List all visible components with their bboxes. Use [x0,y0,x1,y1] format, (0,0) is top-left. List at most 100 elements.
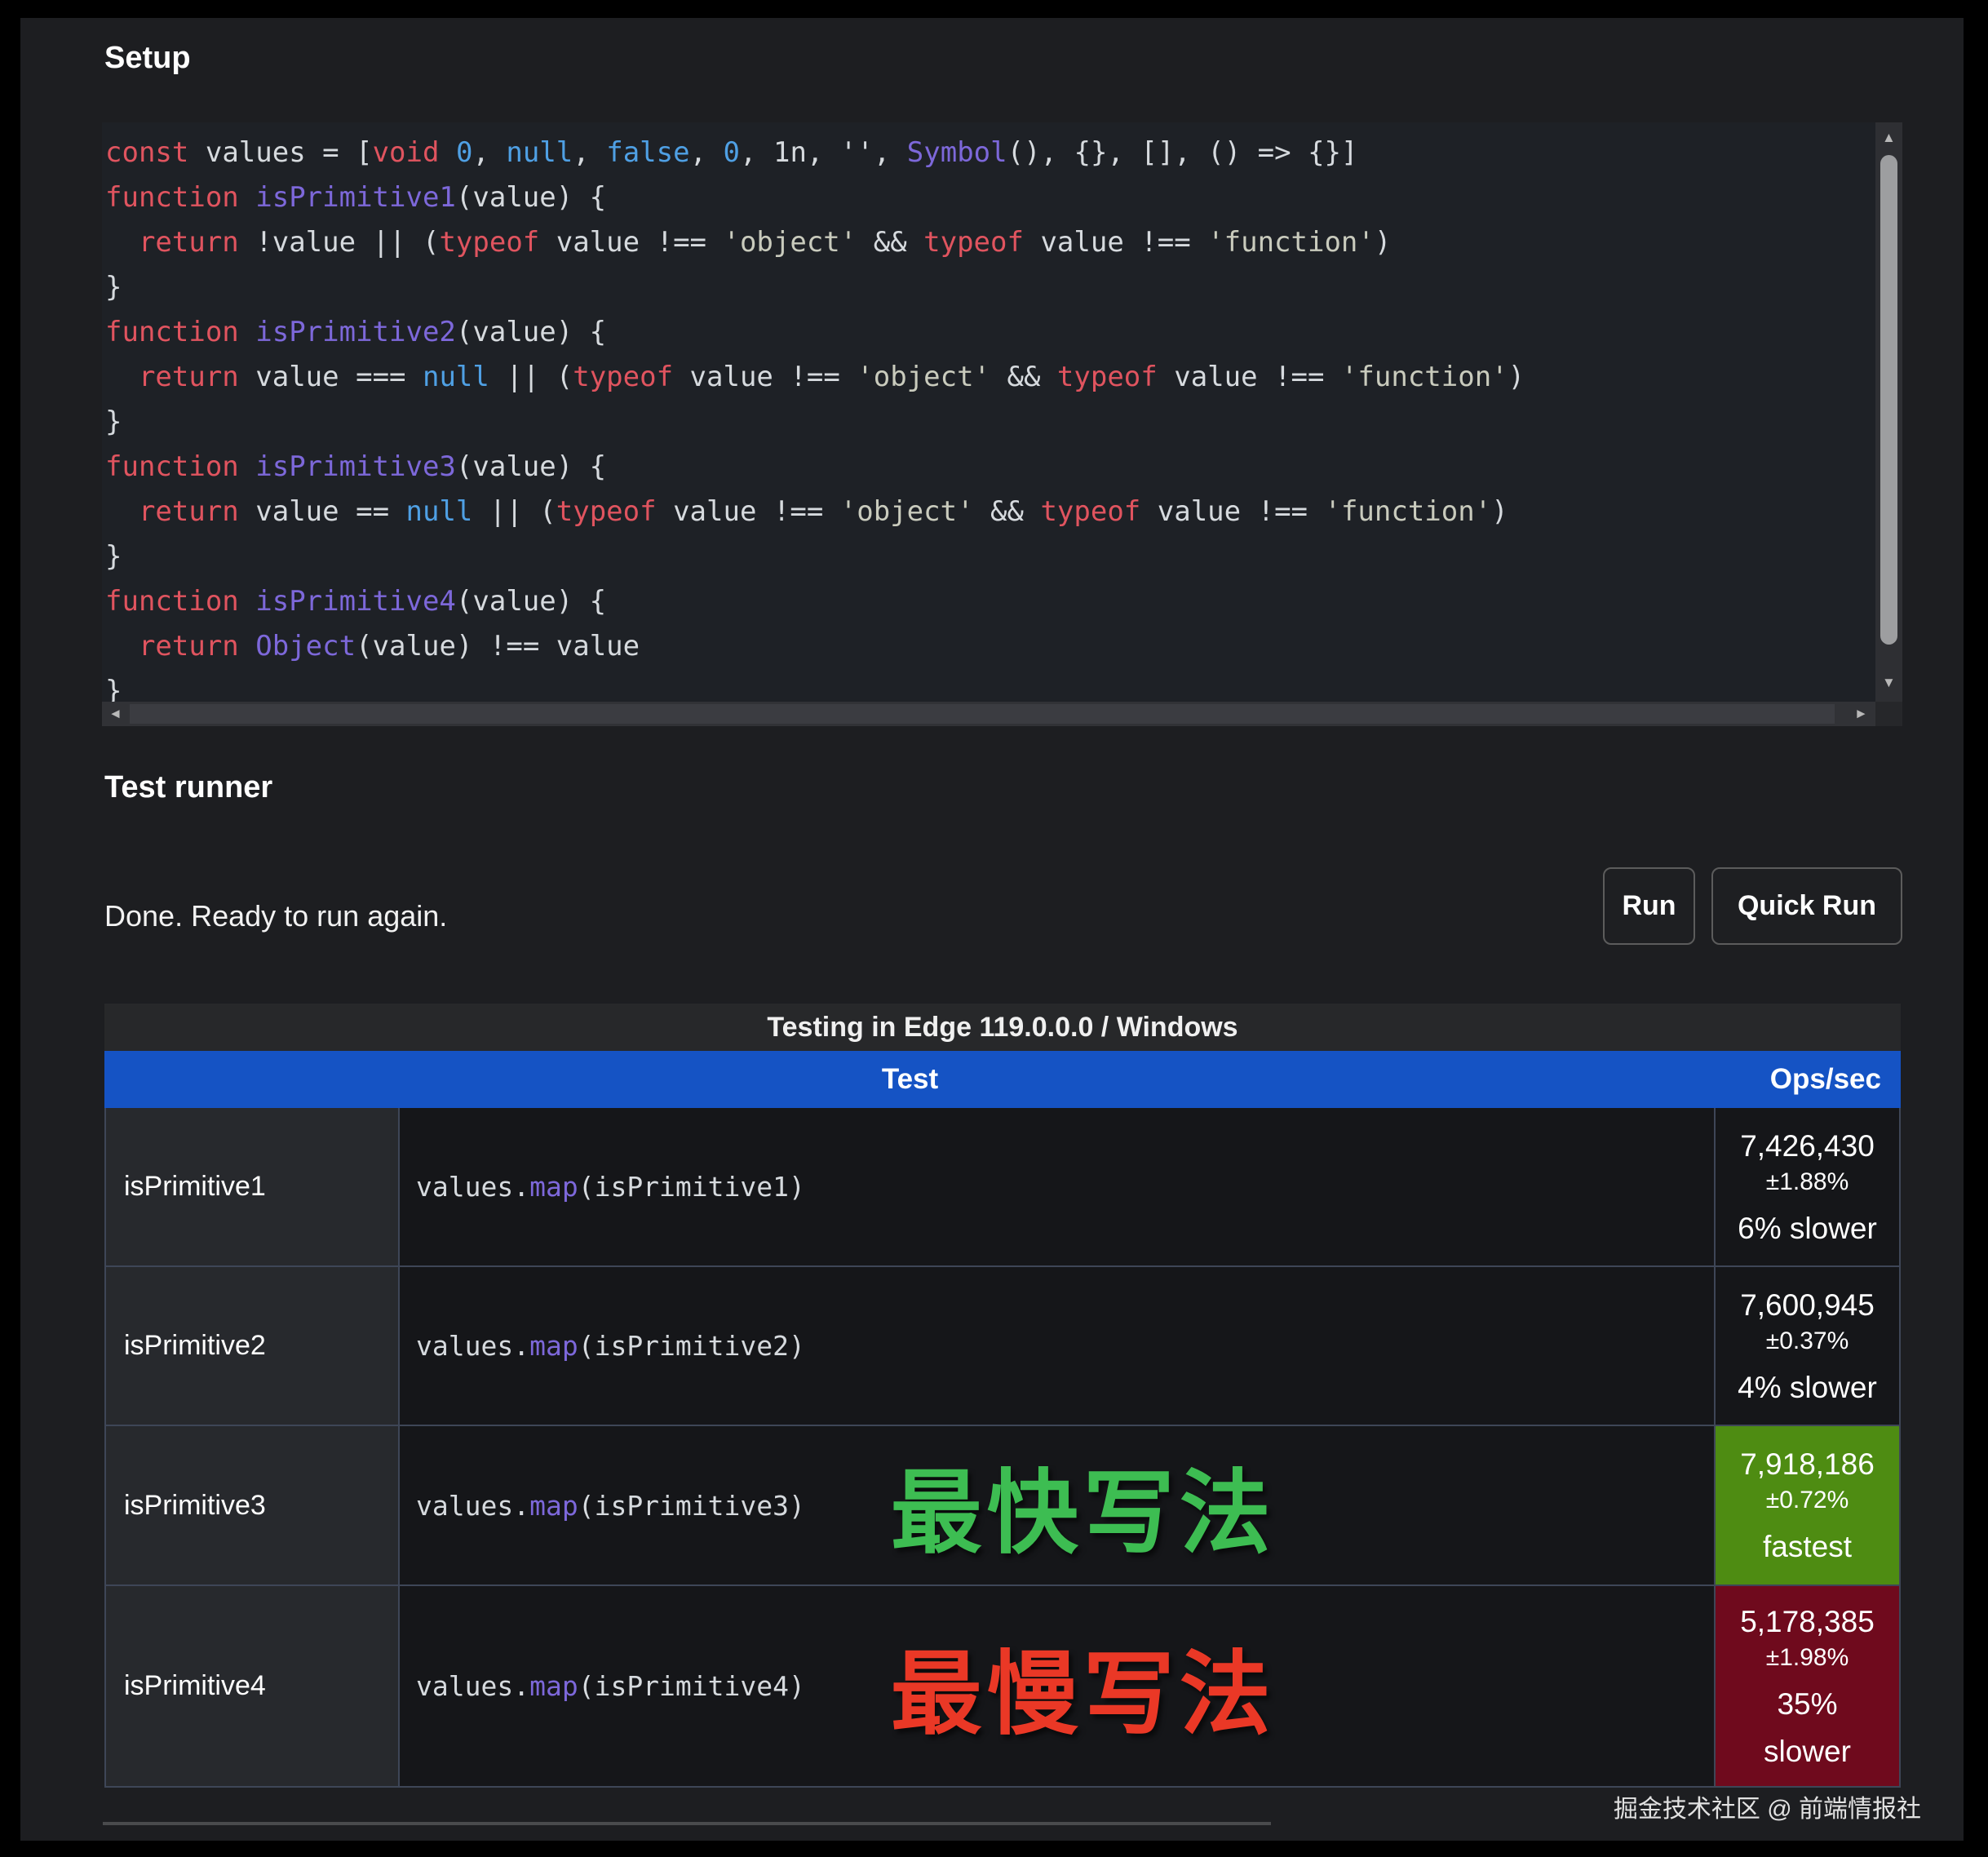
code-token: ) { [556,585,606,618]
code-token: || ( [472,495,556,528]
scrollbar-corner [1875,702,1902,726]
code-token: !== [773,361,857,393]
code-token: = [ [306,136,373,169]
code-token [439,136,455,169]
table-row: isPrimitive3values.map(isPrimitive3)最快写法… [106,1425,1899,1584]
code-token: value [1174,361,1257,393]
code-token: values [416,1490,513,1522]
ops-margin: ±1.88% [1766,1165,1849,1199]
code-token: Object [255,630,356,663]
ops-rank: slower [1764,1734,1851,1770]
setup-code-editor[interactable]: const values = [void 0, null, false, 0, … [102,122,1902,726]
column-header-test: Test [104,1063,1716,1096]
code-token: map [529,1670,578,1702]
code-token: map [529,1171,578,1203]
test-name-cell: isPrimitive2 [106,1267,400,1425]
code-token: value [472,450,556,483]
code-token: value [673,495,756,528]
scroll-right-arrow-icon[interactable]: ► [1854,707,1868,720]
code-token: ( [578,1330,595,1362]
code-token: 'function' [1207,226,1375,259]
code-token: return [139,630,239,663]
code-line: } [105,534,1870,579]
code-token: ( [356,630,372,663]
code-token: value [373,630,456,663]
watermark-text: 掘金技术社区 @ 前端情报社 [1614,1788,1921,1824]
ops-cell: 7,426,430±1.88%6% slower [1716,1108,1899,1265]
code-token: . [513,1330,529,1362]
code-line: return !value || (typeof value !== 'obje… [105,220,1870,265]
code-token: 'object' [840,495,974,528]
run-status-text: Done. Ready to run again. [104,899,447,933]
results-table: Testing in Edge 119.0.0.0 / Windows Test… [104,1004,1901,1788]
code-token: ) [1491,495,1508,528]
horizontal-scrollbar-thumb[interactable] [130,704,1835,724]
code-token: , [690,136,724,169]
code-line: function isPrimitive2(value) { [105,310,1870,355]
code-token: !== [1258,361,1341,393]
code-token [105,495,139,528]
ops-value: 7,600,945 [1740,1287,1875,1324]
code-token: values [416,1330,513,1362]
code-token: isPrimitive2 [595,1330,789,1362]
setup-code-content[interactable]: const values = [void 0, null, false, 0, … [105,131,1870,702]
code-token: } [105,540,122,573]
code-token: function [105,585,239,618]
scroll-down-arrow-icon[interactable]: ▼ [1882,676,1896,689]
code-token: ( [456,316,472,348]
code-line: } [105,265,1870,310]
code-token: === [339,361,423,393]
code-token [673,361,689,393]
code-token: false [606,136,689,169]
code-token: 'object' [723,226,857,259]
code-token: ( [578,1171,595,1203]
code-token [239,316,255,348]
ops-rank: 6% slower [1738,1211,1877,1247]
code-token: value [472,181,556,214]
ops-cell: 7,600,945±0.37%4% slower [1716,1267,1899,1425]
code-token: isPrimitive3 [255,450,456,483]
code-token: map [529,1490,578,1522]
scroll-up-arrow-icon[interactable]: ▲ [1882,131,1896,144]
test-code-cell: values.map(isPrimitive2) [400,1267,1716,1425]
code-token: isPrimitive4 [595,1670,789,1702]
column-header-ops: Ops/sec [1716,1063,1901,1096]
code-token [239,361,255,393]
quick-run-button[interactable]: Quick Run [1711,867,1902,945]
ops-margin: ±0.72% [1766,1483,1849,1518]
results-rows: isPrimitive1values.map(isPrimitive1)7,42… [104,1108,1901,1788]
code-token [1024,226,1040,259]
code-token: !== [756,495,839,528]
code-token: ) [789,1670,805,1702]
test-name-cell: isPrimitive3 [106,1426,400,1584]
scroll-left-arrow-icon[interactable]: ◄ [108,707,122,720]
table-row: isPrimitive2values.map(isPrimitive2)7,60… [106,1265,1899,1425]
code-token [239,450,255,483]
code-token: function [105,316,239,348]
code-token: , [472,136,506,169]
vertical-scrollbar-thumb[interactable] [1880,155,1897,645]
code-token: return [139,495,239,528]
ops-cell: 7,918,186±0.72%fastest [1716,1426,1899,1584]
code-token: value [556,630,640,663]
code-token [239,495,255,528]
code-line: return value === null || (typeof value !… [105,355,1870,400]
ops-rank: 35% [1777,1686,1837,1722]
code-token: ) { [556,181,606,214]
code-token [239,585,255,618]
code-token: '' [840,136,874,169]
annotation-overlay: 最慢写法 [891,1620,1276,1753]
code-token [1140,495,1157,528]
code-token: value [472,585,556,618]
code-line: function isPrimitive1(value) { [105,175,1870,220]
code-token: ) [789,1171,805,1203]
vertical-scrollbar[interactable]: ▲ ▼ [1875,122,1902,702]
code-token: ( [456,450,472,483]
code-token: value [255,361,339,393]
code-token: null [423,361,489,393]
code-token: void [373,136,440,169]
table-header-row: Test Ops/sec [104,1051,1901,1108]
run-button[interactable]: Run [1603,867,1695,945]
horizontal-scrollbar[interactable]: ◄ ► [102,702,1875,726]
code-token: value [472,316,556,348]
